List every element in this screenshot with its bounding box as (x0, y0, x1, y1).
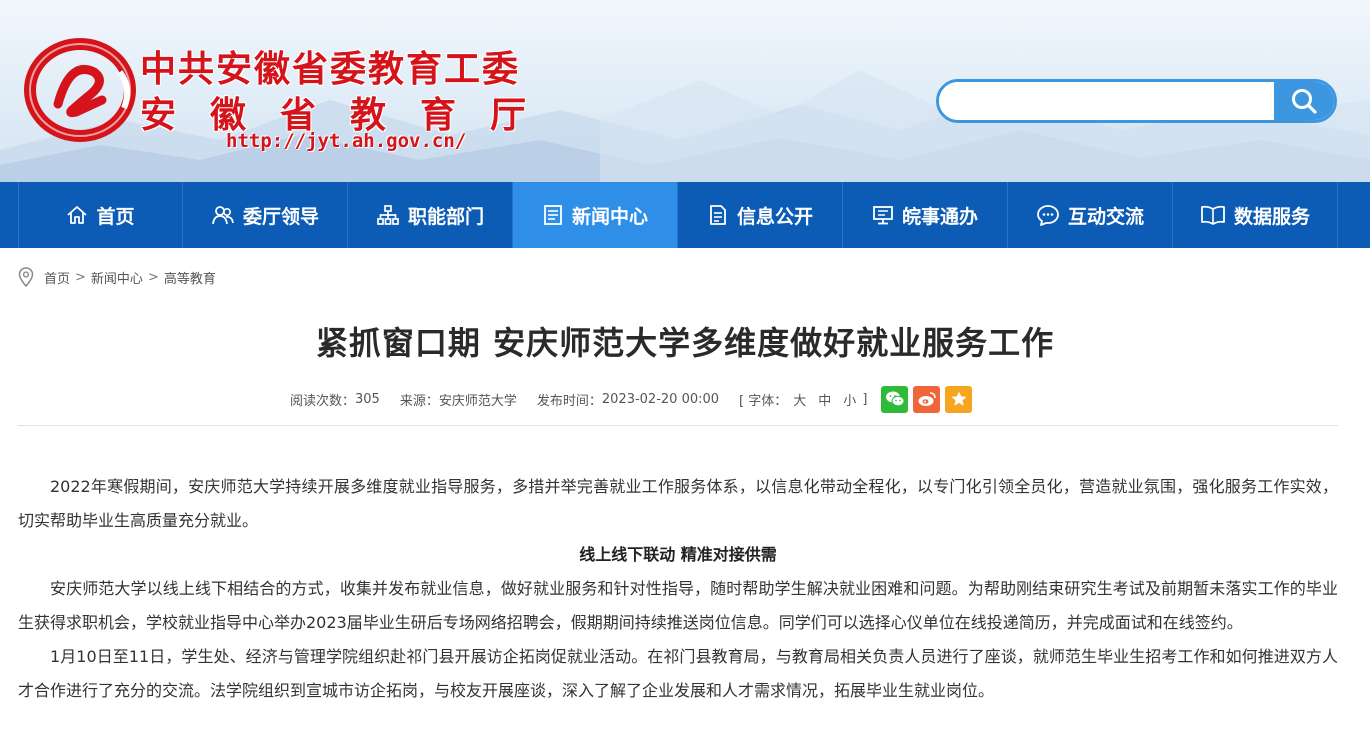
article-title: 紧抓窗口期 安庆师范大学多维度做好就业服务工作 (315, 324, 1055, 362)
divider (18, 425, 1338, 426)
monitor-icon (873, 206, 893, 225)
search-input[interactable] (939, 82, 1275, 120)
font-size-medium-button[interactable]: 中 (818, 390, 831, 409)
favorite-button[interactable] (945, 385, 973, 413)
article-paragraph: 2022年寒假期间，安庆师范大学持续开展多维度就业指导服务，多措并举完善就业工作… (18, 477, 1338, 530)
nav-label: 新闻中心 (571, 205, 648, 228)
site-url: http://jyt.ah.gov.cn/ (226, 130, 467, 152)
article-body: 2022年寒假期间，安庆师范大学持续开展多维度就业指导服务，多措并举完善就业工作… (18, 470, 1338, 708)
article-meta: 阅读次数： 305 来源： 安庆师范大学 发布时间： 2023-02-20 00… (290, 384, 973, 414)
breadcrumb-higher-education[interactable]: 高等教育 (164, 268, 216, 287)
nav-item-leaders[interactable]: 委厅领导 (183, 182, 348, 248)
org-chart-icon (377, 205, 399, 225)
nav-label: 信息公开 (736, 205, 813, 228)
nav-item-services[interactable]: 皖事通办 (843, 182, 1008, 248)
site-header: 中共安徽省委教育工委 安徽省教育厅 http://jyt.ah.gov.cn/ (0, 0, 1370, 182)
nav-item-home[interactable]: 首页 (18, 182, 183, 248)
main-nav: 首页 委厅领导 职能部门 新闻中心 信息公开 皖事通办 互动交流 数据服务 (0, 182, 1370, 248)
news-icon (544, 205, 562, 225)
nav-label: 职能部门 (407, 205, 484, 228)
nav-label: 互动交流 (1067, 205, 1144, 228)
book-icon (1201, 205, 1225, 225)
nav-item-interaction[interactable]: 互动交流 (1008, 182, 1173, 248)
leaders-icon (212, 206, 234, 225)
article-subheading: 线上线下联动 精准对接供需 (579, 545, 777, 564)
nav-label: 皖事通办 (901, 205, 978, 228)
source-value: 安庆师范大学 (438, 393, 517, 409)
site-title-line1: 中共安徽省委教育工委 (140, 49, 521, 90)
nav-item-departments[interactable]: 职能部门 (348, 182, 513, 248)
site-logo-icon (24, 38, 136, 142)
reads-count: 305 (355, 391, 380, 407)
font-size-label-close: ] (862, 391, 868, 407)
chat-icon (1037, 205, 1059, 226)
share-weibo-button[interactable] (913, 385, 941, 413)
source-label: 来源： (399, 393, 439, 409)
reads-label: 阅读次数： (290, 393, 356, 409)
search-box (936, 79, 1337, 123)
nav-label: 首页 (96, 205, 135, 228)
home-icon (67, 206, 88, 224)
star-icon (951, 391, 967, 406)
wechat-icon (885, 391, 905, 407)
breadcrumb-separator: > (75, 269, 86, 285)
weibo-icon (918, 392, 936, 406)
breadcrumb: 首页 > 新闻中心 > 高等教育 (18, 266, 216, 288)
font-size-label: [ 字体： (739, 393, 788, 409)
nav-item-info-disclosure[interactable]: 信息公开 (678, 182, 843, 248)
article-paragraph: 1月10日至11日，学生处、经济与管理学院组织赴祁门县开展访企拓岗促就业活动。在… (18, 647, 1338, 700)
breadcrumb-separator: > (147, 269, 159, 285)
published-value: 2023-02-20 00:00 (601, 391, 720, 407)
nav-label: 数据服务 (1233, 205, 1310, 228)
nav-item-data-services[interactable]: 数据服务 (1173, 182, 1338, 248)
published-label: 发布时间： (536, 393, 602, 409)
font-size-large-button[interactable]: 大 (793, 390, 806, 409)
search-button[interactable] (1274, 82, 1334, 120)
search-icon (1292, 89, 1317, 114)
article-paragraph: 安庆师范大学以线上线下相结合的方式，收集并发布就业信息，做好就业服务和针对性指导… (18, 579, 1338, 632)
location-pin-icon (18, 267, 34, 287)
font-size-small-button[interactable]: 小 (843, 390, 856, 409)
nav-label: 委厅领导 (242, 205, 319, 228)
document-icon (710, 205, 726, 225)
breadcrumb-news[interactable]: 新闻中心 (91, 268, 143, 287)
nav-item-news[interactable]: 新闻中心 (513, 182, 678, 248)
breadcrumb-home[interactable]: 首页 (44, 268, 70, 287)
share-wechat-button[interactable] (881, 385, 909, 413)
